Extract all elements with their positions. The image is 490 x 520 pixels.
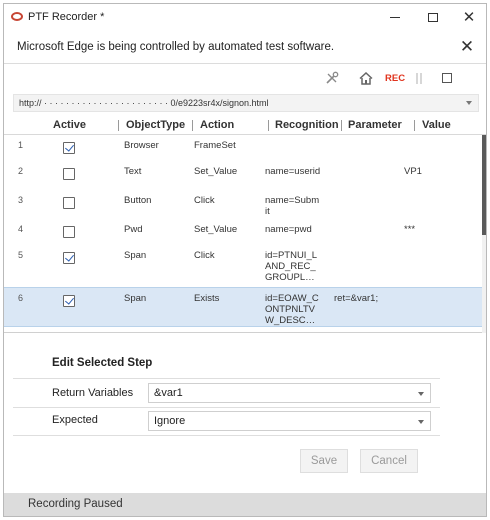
- grid-header: Active ObjectType Action Recognition Par…: [4, 115, 486, 135]
- stop-button[interactable]: [441, 69, 453, 87]
- active-checkbox[interactable]: [63, 295, 75, 307]
- active-checkbox[interactable]: [63, 226, 75, 238]
- divider: [13, 407, 440, 408]
- table-row-selected[interactable]: 6 Span Exists id=EOAW_CONTPNLTVW_DESC… r…: [4, 287, 482, 327]
- row-number: 1: [18, 140, 24, 150]
- column-action[interactable]: Action: [200, 119, 234, 131]
- table-row[interactable]: 5 Span Click id=PTNUI_LAND_REC_GROUPL…: [4, 245, 482, 283]
- column-active[interactable]: Active: [53, 119, 86, 131]
- recorder-toolbar: REC: [4, 64, 486, 92]
- minimize-icon: [390, 16, 400, 18]
- home-icon: [359, 71, 373, 85]
- row-number: 6: [18, 293, 24, 303]
- action-cell: Click: [194, 250, 215, 261]
- row-number: 5: [18, 250, 24, 260]
- table-row[interactable]: 1 Browser FrameSet: [4, 135, 482, 161]
- save-button[interactable]: Save: [300, 449, 348, 473]
- url-value: http:// · · · · · · · · · · · · · · · · …: [19, 98, 269, 108]
- return-variables-value: &var1: [154, 387, 183, 399]
- expected-select[interactable]: Ignore: [148, 411, 431, 431]
- object-type-cell: Button: [124, 195, 152, 206]
- tools-icon: [326, 71, 339, 84]
- column-divider: [118, 120, 119, 131]
- cancel-button[interactable]: Cancel: [360, 449, 418, 473]
- table-row[interactable]: 2 Text Set_Value name=userid VP1: [4, 161, 482, 187]
- expected-label: Expected: [52, 414, 98, 426]
- window-title: PTF Recorder *: [28, 11, 105, 23]
- recognition-cell: name=userid: [265, 166, 321, 177]
- pause-icon: [416, 72, 418, 84]
- recognition-cell: name=pwd: [265, 224, 312, 235]
- divider: [13, 378, 440, 379]
- stop-icon: [442, 73, 452, 83]
- recognition-cell: id=EOAW_CONTPNLTVW_DESC…: [265, 293, 319, 326]
- pause-button[interactable]: [413, 69, 425, 87]
- action-cell: Set_Value: [194, 166, 238, 177]
- object-type-cell: Text: [124, 166, 142, 177]
- action-cell: Set_Value: [194, 224, 238, 235]
- minimize-button[interactable]: [384, 8, 406, 26]
- banner-close-button[interactable]: ✕: [456, 36, 478, 58]
- row-number: 2: [18, 166, 24, 176]
- automation-banner: Microsoft Edge is being controlled by au…: [4, 31, 486, 64]
- value-cell: VP1: [404, 166, 422, 177]
- return-variables-label: Return Variables: [52, 387, 134, 399]
- expected-value: Ignore: [154, 415, 186, 427]
- close-window-button[interactable]: ✕: [458, 8, 480, 26]
- column-value[interactable]: Value: [422, 119, 451, 131]
- object-type-cell: Pwd: [124, 224, 143, 235]
- active-checkbox[interactable]: [63, 197, 75, 209]
- chevron-down-icon: [418, 392, 424, 396]
- home-button[interactable]: [358, 69, 374, 87]
- value-cell: ***: [404, 224, 416, 235]
- record-button[interactable]: REC: [385, 69, 405, 87]
- edit-step-heading: Edit Selected Step: [52, 357, 153, 369]
- row-number: 3: [18, 195, 24, 205]
- active-checkbox[interactable]: [63, 142, 75, 154]
- grid-scrollbar-thumb[interactable]: [482, 135, 486, 235]
- active-checkbox[interactable]: [63, 168, 75, 180]
- recognition-cell: name=Submit: [265, 195, 320, 217]
- maximize-icon: [428, 12, 438, 22]
- active-checkbox[interactable]: [63, 252, 75, 264]
- object-type-cell: Span: [124, 250, 147, 261]
- maximize-button[interactable]: [422, 8, 444, 26]
- steps-grid: Active ObjectType Action Recognition Par…: [4, 115, 486, 333]
- status-text: Recording Paused: [28, 498, 123, 510]
- column-parameter[interactable]: Parameter: [348, 119, 402, 131]
- status-bar: Recording Paused: [4, 493, 486, 516]
- column-divider: [268, 120, 269, 131]
- object-type-cell: Browser: [124, 140, 159, 151]
- column-divider: [414, 120, 415, 131]
- table-row[interactable]: 3 Button Click name=Submit: [4, 190, 482, 217]
- column-divider: [341, 120, 342, 131]
- tools-button[interactable]: [324, 69, 340, 87]
- column-object-type[interactable]: ObjectType: [126, 119, 185, 131]
- column-divider: [192, 120, 193, 131]
- chevron-down-icon: [418, 420, 424, 424]
- column-recognition[interactable]: Recognition: [275, 119, 339, 131]
- action-cell: Click: [194, 195, 215, 206]
- url-select[interactable]: http:// · · · · · · · · · · · · · · · · …: [13, 94, 479, 112]
- action-cell: FrameSet: [194, 140, 236, 151]
- banner-message: Microsoft Edge is being controlled by au…: [17, 41, 335, 53]
- row-number: 4: [18, 224, 24, 234]
- chevron-down-icon: [466, 101, 472, 105]
- recognition-cell: id=PTNUI_LAND_REC_GROUPL…: [265, 250, 318, 283]
- divider: [13, 435, 440, 436]
- oracle-logo-icon: [11, 12, 23, 21]
- action-cell: Exists: [194, 293, 220, 304]
- return-variables-select[interactable]: &var1: [148, 383, 431, 403]
- recorder-window: PTF Recorder * ✕ Microsoft Edge is being…: [3, 3, 487, 517]
- grid-body: 1 Browser FrameSet 2 Text Set_Value name…: [4, 135, 482, 333]
- title-bar: PTF Recorder * ✕: [4, 4, 486, 31]
- table-row[interactable]: 4 Pwd Set_Value name=pwd ***: [4, 219, 482, 245]
- object-type-cell: Span: [124, 293, 147, 304]
- parameter-cell: ret=&var1;: [334, 293, 379, 304]
